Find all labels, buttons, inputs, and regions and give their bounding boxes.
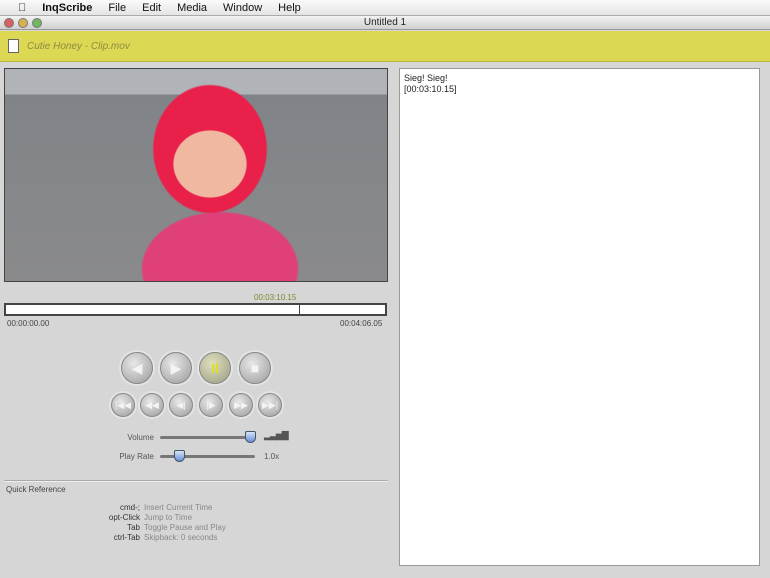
rewind-button[interactable]: ◀	[121, 352, 153, 384]
step-forward-button[interactable]: |▶	[199, 393, 223, 417]
minimize-button[interactable]	[18, 18, 28, 28]
volume-slider[interactable]	[160, 436, 255, 439]
pause-icon: II	[211, 360, 219, 376]
divider	[4, 480, 388, 482]
video-player[interactable]	[4, 68, 388, 282]
list-item: cmd-; Insert Current Time	[60, 503, 226, 513]
step-forward-icon: |▶	[206, 399, 216, 410]
quick-reference-title: Quick Reference	[6, 485, 66, 494]
transcript-line: Sieg! Sieg!	[404, 73, 448, 83]
pause-button[interactable]: II	[199, 352, 231, 384]
timecode-line[interactable]: [00:03:10.15]	[404, 84, 755, 95]
menu-edit[interactable]: Edit	[134, 2, 169, 14]
playhead[interactable]	[299, 303, 301, 316]
play-rate-value: 1.0x	[264, 452, 280, 461]
play-rate-label: Play Rate	[119, 452, 154, 461]
menu-media[interactable]: Media	[169, 2, 215, 14]
volume-slider-thumb[interactable]	[245, 431, 257, 443]
fast-forward-button[interactable]: ▶▶	[229, 393, 253, 417]
shortcut-key: cmd-;	[120, 503, 140, 512]
media-file-bar[interactable]: Cutie Honey - Clip.mov	[0, 31, 770, 62]
go-to-end-button[interactable]: ▶▶|	[258, 393, 282, 417]
menu-help[interactable]: Help	[270, 2, 309, 14]
volume-level-icon: ▂▃▅▇	[264, 430, 289, 440]
list-item: opt-Click Jump to Time	[60, 513, 226, 523]
play-button[interactable]: ▶	[160, 352, 192, 384]
play-icon: ▶	[170, 359, 182, 376]
fast-forward-icon: ▶▶	[234, 399, 248, 410]
document-icon	[8, 39, 19, 53]
current-time: 00:03:10.15	[254, 293, 297, 302]
start-time: 00:00:00.00	[7, 319, 50, 328]
shortcut-key: ctrl-Tab	[113, 533, 140, 542]
shortcut-desc: Toggle Pause and Play	[144, 523, 226, 532]
step-back-icon: ◀|	[176, 399, 186, 410]
list-item: Tab Toggle Pause and Play	[60, 523, 226, 533]
stop-button[interactable]: ■	[239, 352, 271, 384]
shortcut-desc: Insert Current Time	[144, 503, 213, 512]
menu-window[interactable]: Window	[215, 2, 270, 14]
transcript-editor[interactable]: Sieg! Sieg! [00:03:10.15]	[399, 68, 760, 566]
zoom-button[interactable]	[32, 18, 42, 28]
menu-app[interactable]: InqScribe	[34, 2, 100, 14]
menu-bar:  InqScribe File Edit Media Window Help	[0, 0, 770, 16]
media-file-name: Cutie Honey - Clip.mov	[27, 40, 130, 52]
close-button[interactable]	[4, 18, 14, 28]
timeline-scrubber[interactable]	[4, 303, 387, 316]
list-item: ctrl-Tab Skipback: 0 seconds	[60, 533, 226, 543]
stop-icon: ■	[250, 360, 260, 376]
play-rate-slider-thumb[interactable]	[174, 450, 185, 462]
window-title: Untitled 1	[363, 17, 407, 28]
step-back-button[interactable]: ◀|	[169, 393, 193, 417]
volume-label: Volume	[127, 433, 154, 442]
shortcut-desc: Jump to Time	[144, 513, 193, 522]
shortcut-desc: Skipback: 0 seconds	[144, 533, 218, 542]
go-to-start-button[interactable]: |◀◀	[111, 393, 135, 417]
title-bar: Untitled 1	[0, 16, 770, 30]
quick-reference-list: cmd-; Insert Current Time opt-Click Jump t…	[60, 503, 226, 543]
menu-file[interactable]: File	[100, 2, 134, 14]
apple-menu-icon[interactable]: 	[10, 2, 34, 14]
shortcut-key: opt-Click	[108, 513, 140, 522]
skip-start-icon: |◀◀	[114, 399, 132, 410]
shortcut-key: Tab	[127, 523, 140, 532]
end-time: 00:04:06.05	[340, 319, 383, 328]
fast-rewind-button[interactable]: ◀◀	[140, 393, 164, 417]
fast-rewind-icon: ◀◀	[145, 399, 159, 410]
skip-end-icon: ▶▶|	[261, 399, 279, 410]
play-backward-icon: ◀	[131, 359, 143, 376]
